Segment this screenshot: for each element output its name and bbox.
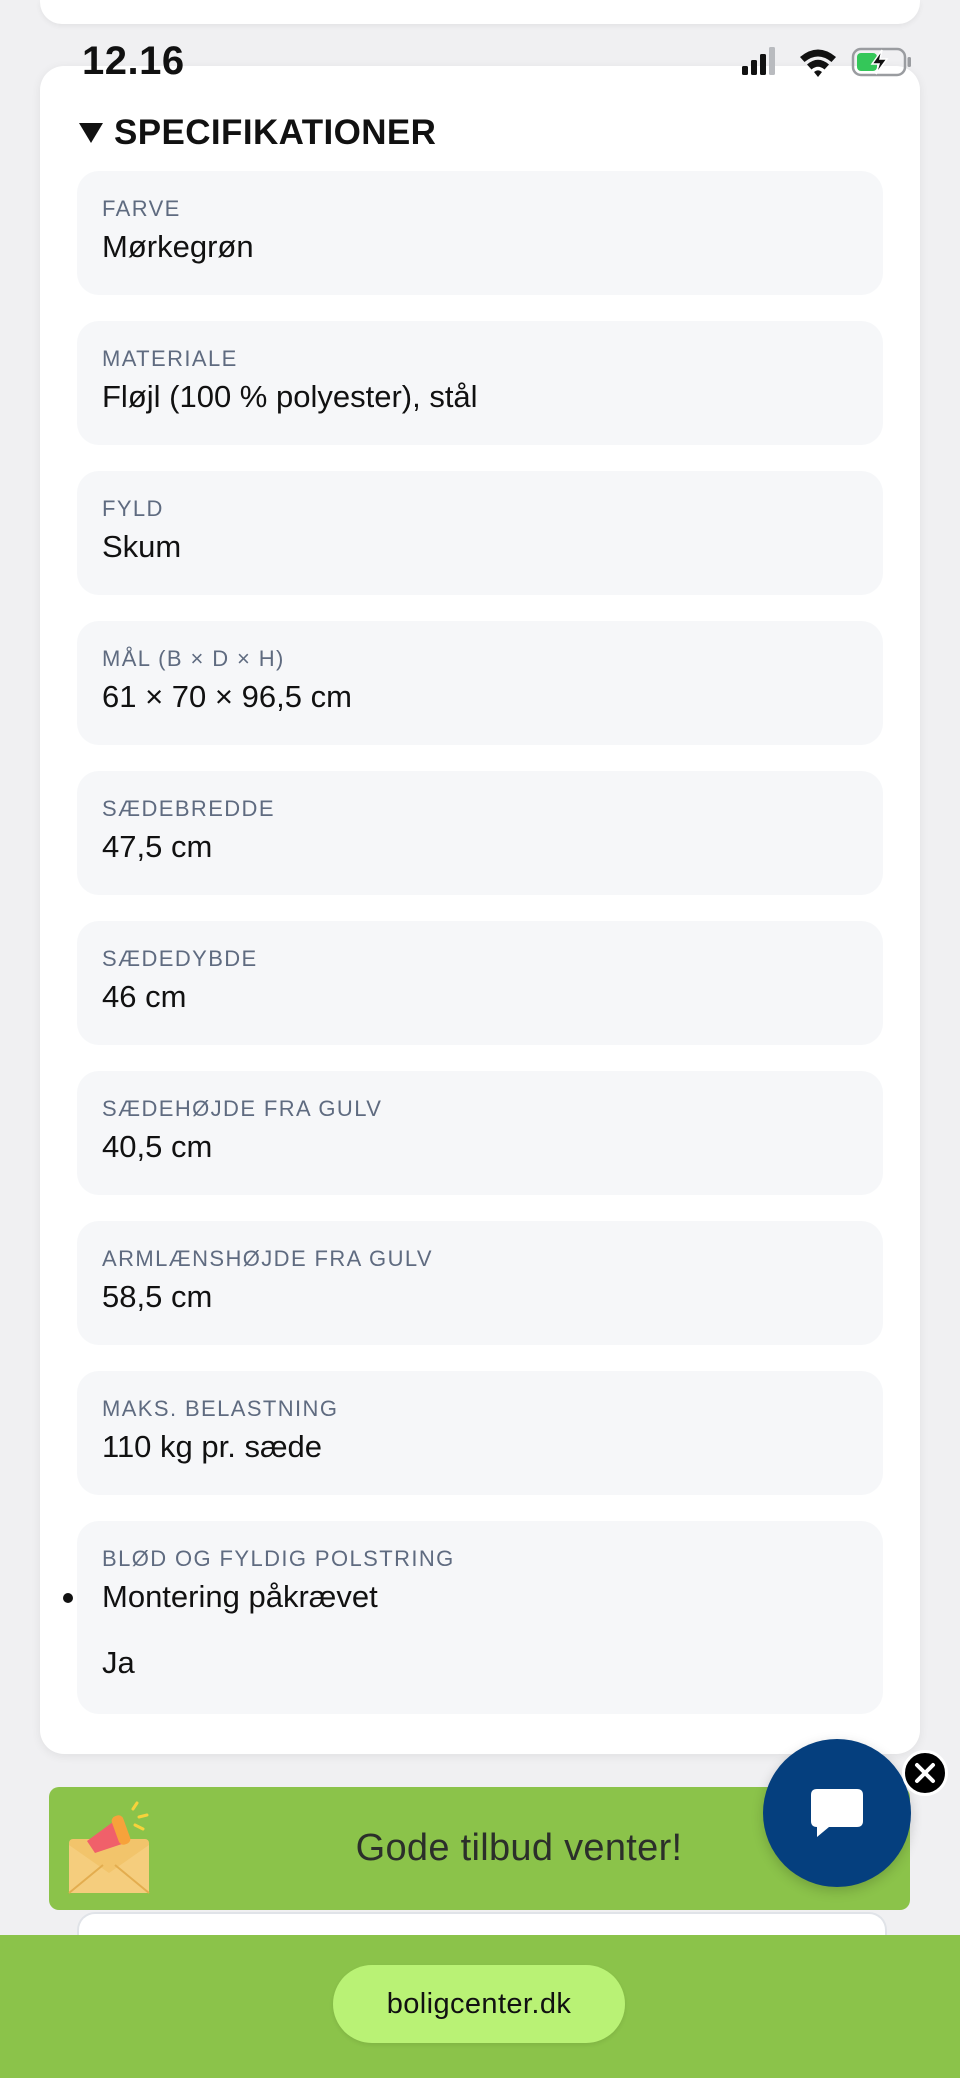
spec-value: 40,5 cm — [102, 1129, 213, 1164]
spec-label: MÅL (B × D × H) — [102, 646, 285, 671]
spec-item-saedebredde: SÆDEBREDDE 47,5 cm — [77, 771, 883, 895]
spec-value: Mørkegrøn — [102, 229, 254, 264]
status-bar: 12.16 — [0, 0, 960, 83]
spec-value: Skum — [102, 529, 182, 564]
spec-label: FYLD — [102, 496, 164, 521]
spec-bullet-row: Montering påkrævet — [63, 1577, 858, 1617]
close-icon — [915, 1763, 935, 1783]
spec-value: Ja — [102, 1645, 135, 1680]
url-bar[interactable]: boligcenter.dk — [333, 1965, 625, 2043]
spec-label: MAKS. BELASTNING — [102, 1396, 339, 1421]
spec-value: Fløjl (100 % polyester), stål — [102, 379, 478, 414]
spec-item-fyld: FYLD Skum — [77, 471, 883, 595]
spec-label: SÆDEDYBDE — [102, 946, 258, 971]
chat-button[interactable] — [763, 1739, 911, 1887]
spec-label: FARVE — [102, 196, 181, 221]
status-time: 12.16 — [82, 39, 185, 83]
spec-item-armlaenshoejde: ARMLÆNSHØJDE FRA GULV 58,5 cm — [77, 1221, 883, 1345]
chat-bubble-icon — [811, 1789, 863, 1837]
triangle-down-icon — [79, 123, 103, 143]
cellular-signal-icon — [742, 47, 775, 75]
battery-charging-icon — [851, 47, 911, 77]
spec-value: 110 kg pr. sæde — [102, 1429, 323, 1464]
spec-label: ARMLÆNSHØJDE FRA GULV — [102, 1246, 433, 1271]
specifications-header[interactable]: SPECIFIKATIONER — [78, 110, 436, 156]
spec-item-saedehoejde: SÆDEHØJDE FRA GULV 40,5 cm — [77, 1071, 883, 1195]
spec-value: 61 × 70 × 96,5 cm — [102, 679, 352, 714]
spec-item-polstring: BLØD OG FYLDIG POLSTRING Montering påkræ… — [63, 1521, 883, 1714]
browser-bottom-bar: boligcenter.dk — [0, 1935, 960, 2078]
spec-item-materiale: MATERIALE Fløjl (100 % polyester), stål — [77, 321, 883, 445]
chat-close-button[interactable] — [902, 1750, 948, 1796]
spec-list: FARVE Mørkegrøn MATERIALE Fløjl (100 % p… — [63, 171, 883, 1740]
spec-label: MATERIALE — [102, 346, 238, 371]
spec-label: SÆDEHØJDE FRA GULV — [102, 1096, 383, 1121]
spec-bullet-text: Montering påkrævet — [102, 1579, 378, 1614]
bullet-dot — [63, 1593, 73, 1603]
spec-value: 47,5 cm — [102, 829, 213, 864]
wifi-icon — [800, 49, 836, 77]
spec-item-maks-belastning: MAKS. BELASTNING 110 kg pr. sæde — [77, 1371, 883, 1495]
spec-label: SÆDEBREDDE — [102, 796, 275, 821]
spec-value: 58,5 cm — [102, 1279, 213, 1314]
status-icons — [742, 47, 911, 77]
spec-item-maal: MÅL (B × D × H) 61 × 70 × 96,5 cm — [77, 621, 883, 745]
spec-value: 46 cm — [102, 979, 187, 1014]
spec-label: BLØD OG FYLDIG POLSTRING — [102, 1546, 455, 1571]
spec-item-farve: FARVE Mørkegrøn — [77, 171, 883, 295]
spec-item-saededybde: SÆDEDYBDE 46 cm — [77, 921, 883, 1045]
section-title: SPECIFIKATIONER — [114, 113, 437, 152]
